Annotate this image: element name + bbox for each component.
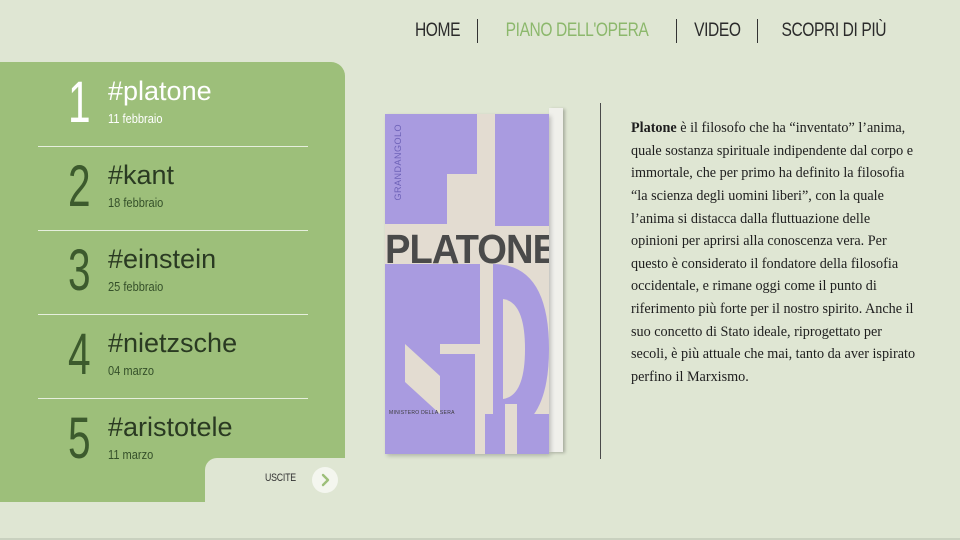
issue-date: 11 marzo bbox=[108, 447, 154, 462]
top-nav: HOME PIANO DELL'OPERA VIDEO SCOPRI DI PI… bbox=[398, 18, 910, 44]
issue-date: 25 febbraio bbox=[108, 279, 164, 294]
description-lead: Platone bbox=[631, 120, 677, 137]
issue-number: 5 bbox=[68, 406, 91, 471]
issue-tag: #aristotele bbox=[108, 412, 233, 442]
nav-scopri-di-piu[interactable]: SCOPRI DI PIÙ bbox=[772, 18, 896, 44]
issue-tag: #kant bbox=[108, 160, 175, 190]
nav-home[interactable]: HOME bbox=[405, 18, 470, 44]
issue-tag: #platone bbox=[108, 76, 212, 106]
issue-date: 04 marzo bbox=[108, 363, 155, 378]
nav-divider bbox=[476, 19, 478, 43]
issue-number: 1 bbox=[68, 70, 91, 135]
issue-item-nietzsche[interactable]: 4 #nietzsche 04 marzo bbox=[38, 314, 308, 399]
book-image: GRANDANGOLO PLATONE MINISTERO DELLA SERA bbox=[385, 106, 563, 454]
description-body: è il filosofo che ha “inventato” l’anima… bbox=[631, 120, 916, 385]
book-cover: GRANDANGOLO PLATONE MINISTERO DELLA SERA bbox=[385, 114, 549, 454]
content-divider bbox=[600, 103, 601, 459]
uscite-next-button[interactable] bbox=[312, 467, 338, 493]
cover-series: GRANDANGOLO bbox=[393, 124, 403, 201]
uscite-label: USCITE bbox=[265, 472, 296, 484]
uscite-tab: USCITE bbox=[205, 458, 345, 502]
issue-number: 2 bbox=[68, 154, 91, 219]
nav-video[interactable]: VIDEO bbox=[684, 18, 750, 44]
issue-date: 18 febbraio bbox=[108, 195, 164, 210]
issue-item-kant[interactable]: 2 #kant 18 febbraio bbox=[38, 146, 308, 231]
issue-item-platone[interactable]: 1 #platone 11 febbraio bbox=[38, 62, 308, 147]
nav-divider bbox=[757, 19, 759, 43]
issue-date: 11 febbraio bbox=[108, 111, 163, 126]
issues-panel: 1 #platone 11 febbraio 2 #kant 18 febbra… bbox=[0, 62, 345, 502]
book-description: Platone è il filosofo che ha “inventato”… bbox=[631, 117, 916, 388]
chevron-right-icon bbox=[321, 473, 330, 487]
nav-piano-dell-opera[interactable]: PIANO DELL'OPERA bbox=[496, 18, 658, 44]
issue-item-einstein[interactable]: 3 #einstein 25 febbraio bbox=[38, 230, 308, 315]
issue-tag: #nietzsche bbox=[108, 328, 238, 358]
book-pages bbox=[549, 108, 563, 452]
cover-pattern bbox=[385, 114, 549, 454]
cover-publisher: MINISTERO DELLA SERA bbox=[389, 410, 455, 416]
issue-number: 4 bbox=[68, 322, 91, 387]
issue-number: 3 bbox=[68, 238, 91, 303]
cover-title: PLATONE bbox=[385, 226, 549, 272]
issue-tag: #einstein bbox=[108, 244, 217, 274]
nav-divider bbox=[675, 19, 677, 43]
